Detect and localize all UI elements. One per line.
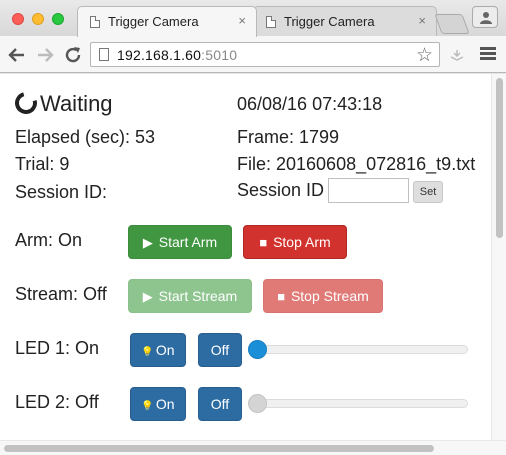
page-viewport: Waiting 06/08/16 07:43:18 Elapsed (sec):… [0, 74, 506, 455]
new-tab-button[interactable] [434, 14, 470, 34]
led1-off-button[interactable]: Off [198, 333, 242, 367]
led2-status-label: LED 2: Off [15, 392, 99, 412]
led1-slider-handle[interactable] [248, 340, 267, 359]
page-icon [266, 16, 276, 28]
vertical-scroll-thumb[interactable] [496, 78, 503, 238]
session-id-input-label: Session ID [237, 180, 325, 200]
tab-strip: Trigger Camera × Trigger Camera × [0, 0, 506, 37]
stop-stream-button[interactable]: ■ Stop Stream [263, 279, 383, 313]
tab-close-icon[interactable]: × [418, 13, 426, 28]
horizontal-scroll-thumb[interactable] [4, 445, 434, 452]
profile-button[interactable] [472, 6, 498, 28]
layers-icon [450, 50, 464, 61]
vertical-scrollbar[interactable] [491, 74, 506, 440]
session-id-input[interactable] [328, 178, 409, 203]
elapsed-seconds: Elapsed (sec): 53 [15, 127, 156, 147]
menu-icon[interactable] [480, 47, 496, 61]
forward-button[interactable] [34, 44, 56, 66]
bookmark-star-icon[interactable]: ☆ [416, 44, 433, 67]
led1-status-label: LED 1: On [15, 338, 100, 358]
led1-slider-track[interactable] [258, 345, 468, 354]
play-icon: ▶ [142, 289, 153, 304]
url-text: 192.168.1.60:5010 [117, 47, 238, 63]
start-stream-button[interactable]: ▶ Start Stream [128, 279, 252, 313]
page-icon [99, 48, 109, 61]
back-button[interactable] [6, 44, 28, 66]
led2-on-button[interactable]: 💡 On [130, 387, 186, 421]
lightbulb-icon: 💡 [141, 401, 154, 412]
lightbulb-icon: 💡 [141, 347, 154, 358]
browser-toolbar: 192.168.1.60:5010 ☆ [0, 36, 506, 73]
set-session-button[interactable]: Set [413, 181, 443, 203]
window-minimize-button[interactable] [32, 13, 44, 25]
person-icon [480, 12, 492, 24]
window-close-button[interactable] [12, 13, 24, 25]
stop-icon: ■ [259, 235, 268, 250]
arm-status-label: Arm: On [15, 230, 83, 250]
stop-icon: ■ [277, 289, 286, 304]
trial-number: Trial: 9 [15, 154, 70, 174]
led2-slider-track[interactable] [258, 399, 468, 408]
tab-title: Trigger Camera [108, 14, 199, 29]
page-icon [90, 16, 100, 28]
tab-trigger-camera[interactable]: Trigger Camera × [253, 6, 437, 36]
led2-off-button[interactable]: Off [198, 387, 242, 421]
reload-icon [65, 47, 81, 63]
tab-title: Trigger Camera [284, 14, 375, 29]
start-arm-button[interactable]: ▶ Start Arm [128, 225, 232, 259]
extension-icon[interactable] [449, 48, 465, 65]
reload-button[interactable] [62, 44, 84, 66]
led1-on-button[interactable]: 💡 On [130, 333, 186, 367]
forward-arrow-icon [38, 48, 54, 62]
datetime: 06/08/16 07:43:18 [237, 94, 383, 114]
back-arrow-icon [8, 48, 24, 62]
file-name: File: 20160608_072816_t9.txt [237, 154, 476, 174]
stop-arm-button[interactable]: ■ Stop Arm [243, 225, 347, 259]
horizontal-scrollbar[interactable] [0, 440, 506, 455]
play-icon: ▶ [142, 235, 153, 250]
status-indicator: Waiting [10, 87, 113, 119]
window-maximize-button[interactable] [52, 13, 64, 25]
led2-slider-handle[interactable] [248, 394, 267, 413]
tab-trigger-camera-active[interactable]: Trigger Camera × [77, 6, 257, 37]
address-bar[interactable]: 192.168.1.60:5010 ☆ [90, 42, 440, 67]
frame-count: Frame: 1799 [237, 127, 340, 147]
session-id-label: Session ID: [15, 182, 108, 202]
spinner-icon [10, 87, 42, 119]
stream-status-label: Stream: Off [15, 284, 107, 304]
tab-close-icon[interactable]: × [238, 13, 246, 28]
status-text: Waiting [40, 91, 113, 116]
